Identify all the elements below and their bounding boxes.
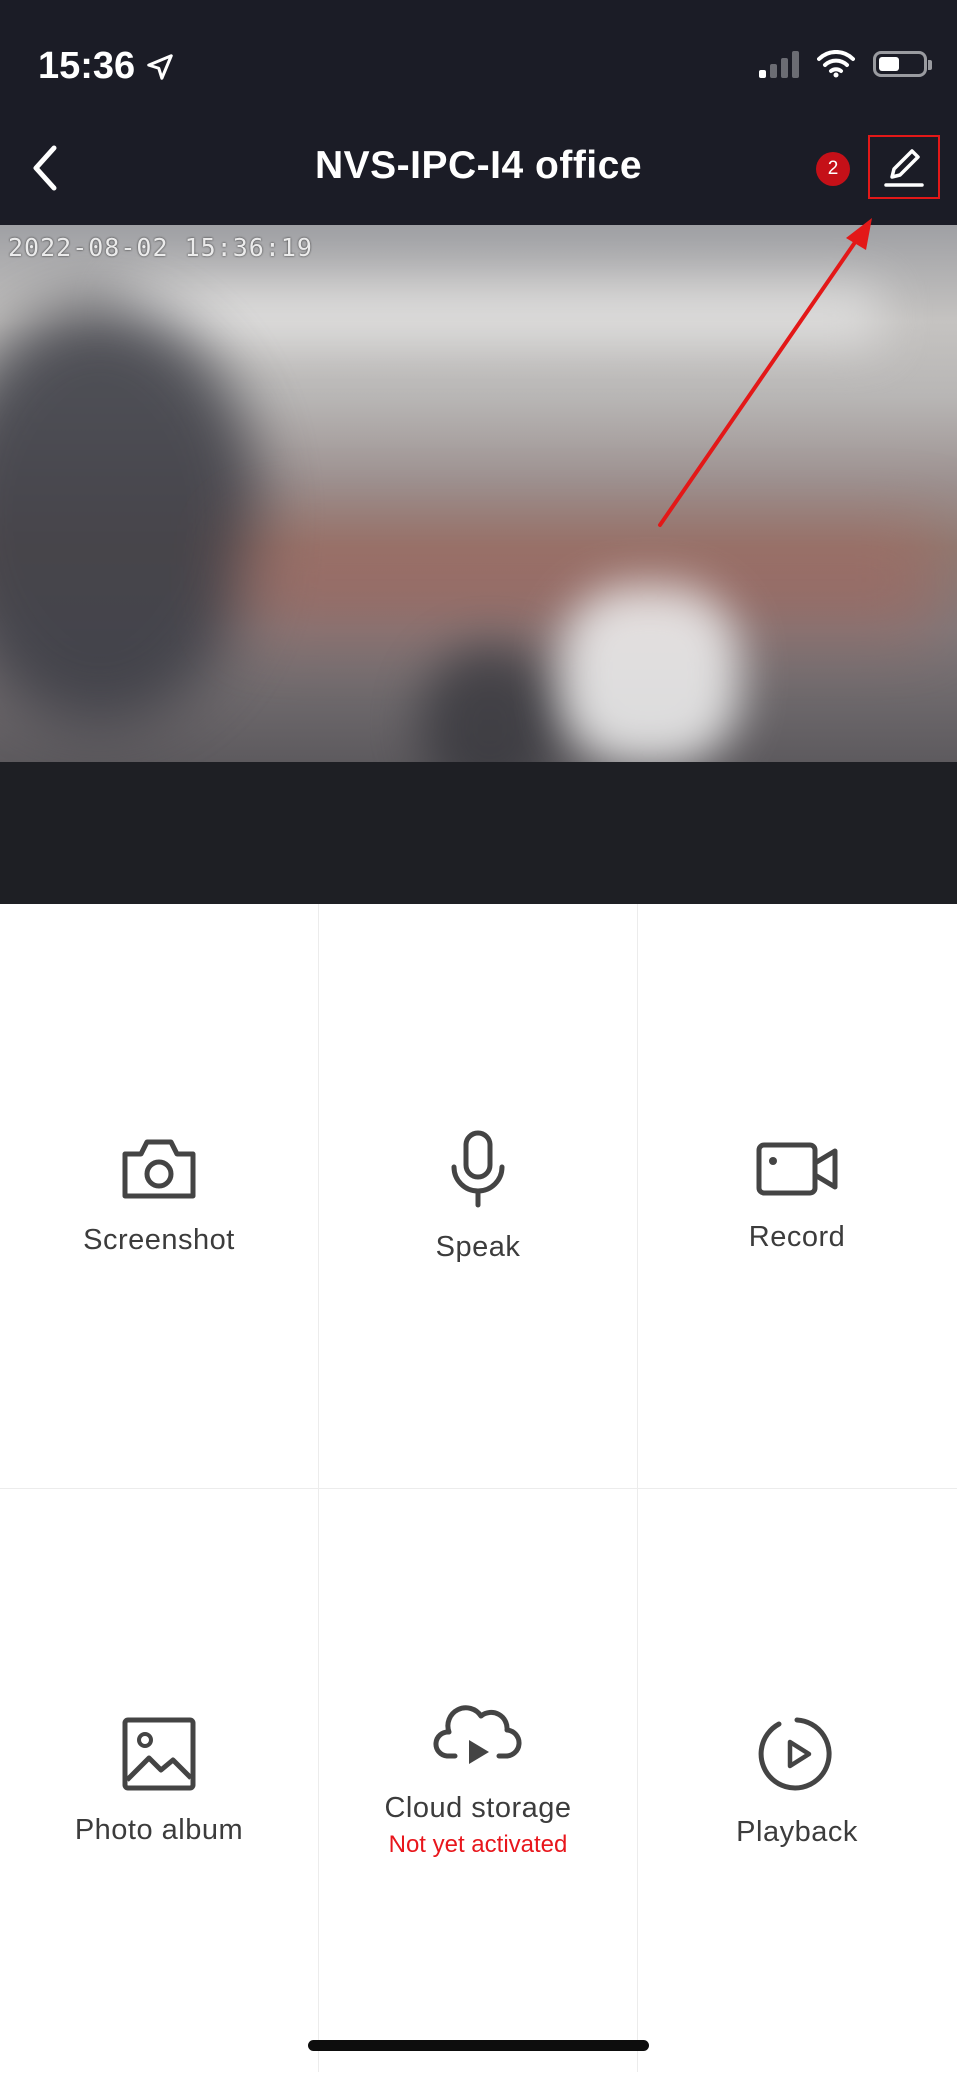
page-title: NVS-IPC-I4 office: [314, 144, 643, 187]
photo-album-label: Photo album: [74, 1813, 244, 1846]
video-controls-area: [0, 762, 957, 904]
home-indicator[interactable]: [308, 2040, 649, 2051]
photo-album-button[interactable]: Photo album: [0, 1489, 318, 2073]
playback-button[interactable]: Playback: [638, 1489, 956, 2073]
screenshot-label: Screenshot: [83, 1223, 235, 1256]
status-icons: [759, 50, 932, 78]
status-time: 15:36: [38, 45, 175, 88]
video-camera-icon: [756, 1142, 838, 1195]
cloud-storage-label: Cloud storage: [384, 1791, 572, 1824]
live-video-feed[interactable]: 2022-08-02 15:36:19: [0, 225, 957, 762]
battery-icon: [873, 51, 932, 77]
location-arrow-icon: [147, 53, 173, 80]
image-icon: [122, 1717, 196, 1790]
microphone-icon: [451, 1130, 505, 1207]
action-grid: Screenshot Speak Record Photo album Clou…: [0, 904, 957, 2072]
camera-icon: [122, 1139, 196, 1198]
top-bar: 15:36 NVS-IPC-I4 office 2: [0, 0, 957, 225]
cloud-storage-status: Not yet activated: [388, 1830, 568, 1858]
playback-icon: [758, 1717, 832, 1790]
record-label: Record: [748, 1220, 846, 1253]
wifi-icon: [817, 50, 855, 78]
speak-button[interactable]: Speak: [319, 904, 637, 1488]
playback-label: Playback: [736, 1815, 858, 1848]
cloud-storage-button[interactable]: Cloud storage Not yet activated: [319, 1489, 637, 2073]
status-time-text: 15:36: [38, 45, 136, 87]
video-timestamp: 2022-08-02 15:36:19: [8, 233, 313, 262]
cloud-play-icon: [433, 1704, 522, 1764]
notification-badge[interactable]: 2: [816, 152, 850, 186]
edit-button[interactable]: [868, 135, 940, 199]
screenshot-button[interactable]: Screenshot: [0, 904, 318, 1488]
speak-label: Speak: [435, 1230, 521, 1263]
pencil-icon: [884, 149, 924, 187]
signal-icon: [759, 50, 799, 78]
record-button[interactable]: Record: [638, 904, 956, 1488]
